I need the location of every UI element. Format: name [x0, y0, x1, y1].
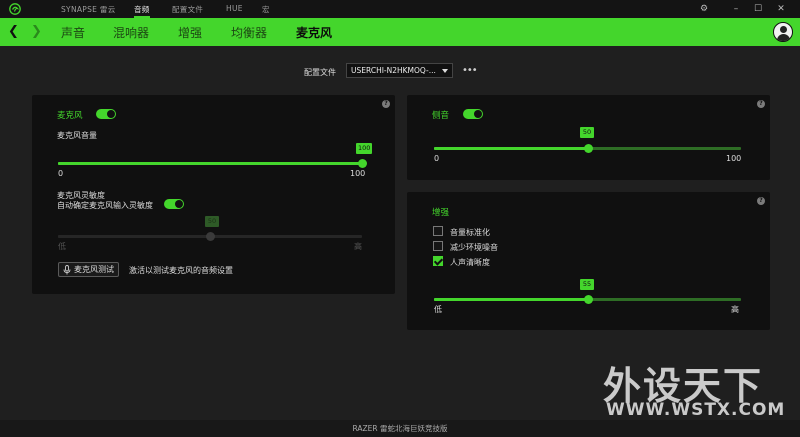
chevron-down-icon: [442, 69, 448, 73]
nav-tab-equalizer[interactable]: 均衡器: [231, 24, 267, 41]
sidetone-title: 侧音: [432, 111, 450, 121]
help-icon[interactable]: ?: [757, 100, 765, 108]
mic-sensitivity-value-badge: 50: [205, 216, 219, 227]
enhance-max: 高: [731, 305, 739, 314]
microphone-icon: [63, 265, 71, 275]
microphone-title: 麦克风: [57, 111, 83, 121]
nav-tab-sound[interactable]: 声音: [61, 24, 85, 41]
more-options-icon[interactable]: •••: [462, 65, 478, 76]
device-footer: RAZER 雷蛇北海巨妖竞技版: [0, 420, 800, 437]
top-tab-hue[interactable]: HUE: [226, 4, 243, 13]
enhance-slider[interactable]: [434, 295, 741, 304]
help-icon[interactable]: ?: [382, 100, 390, 108]
sidetone-slider-thumb[interactable]: [583, 144, 593, 153]
mic-volume-min: 0: [58, 169, 64, 178]
mic-volume-label: 麦克风音量: [57, 131, 97, 140]
profile-dropdown-value: USERCHI-N2HKMOQ-...: [351, 66, 436, 75]
help-icon[interactable]: ?: [757, 197, 765, 205]
mic-volume-value-badge: 100: [356, 143, 373, 154]
nav-tab-microphone[interactable]: 麦克风: [296, 24, 332, 41]
top-tab-macro[interactable]: 宏: [262, 4, 270, 15]
sidetone-min: 0: [434, 154, 440, 163]
sidetone-value-badge: 50: [580, 127, 594, 138]
mic-volume-slider[interactable]: [58, 159, 367, 168]
mic-sensitivity-min: 低: [58, 242, 66, 251]
sidetone-panel: ? 侧音 50 0 100: [407, 95, 770, 180]
forward-arrow-icon[interactable]: ❯: [31, 24, 42, 40]
mic-test-hint: 激活以测试麦克风的音频设置: [129, 266, 233, 275]
mic-volume-slider-thumb[interactable]: [358, 159, 367, 168]
top-tab-synapse[interactable]: SYNAPSE 雷云: [61, 4, 116, 15]
sidetone-slider[interactable]: [434, 144, 741, 153]
watermark-url: WWW.WSTX.COM: [606, 400, 786, 420]
volume-normalization-checkbox[interactable]: [433, 226, 443, 236]
sidetone-max: 100: [726, 154, 742, 163]
maximize-icon[interactable]: ☐: [752, 3, 764, 15]
microphone-panel: ? 麦克风 麦克风音量 100 0 100 麦克风灵敏度 自动确定麦克风输入灵敏…: [32, 95, 395, 294]
minimize-icon[interactable]: –: [730, 3, 742, 15]
profile-dropdown[interactable]: USERCHI-N2HKMOQ-...: [346, 63, 453, 78]
mic-sensitivity-slider: [58, 232, 362, 241]
top-tab-profiles[interactable]: 配置文件: [172, 4, 203, 15]
mic-sensitivity-slider-thumb: [206, 232, 215, 241]
vocal-clarity-label: 人声清晰度: [450, 258, 490, 267]
nav-bar: ❮ ❯ 声音 混响器 增强 均衡器 麦克风: [0, 18, 800, 46]
mic-sensitivity-max: 高: [354, 242, 362, 251]
close-icon[interactable]: ✕: [775, 3, 787, 15]
settings-gear-icon[interactable]: ⚙: [698, 3, 710, 15]
user-avatar-icon[interactable]: [773, 22, 793, 42]
profile-label: 配置文件: [304, 68, 336, 77]
mic-test-button[interactable]: 麦克风测试: [58, 262, 119, 277]
back-arrow-icon[interactable]: ❮: [8, 24, 19, 40]
enhance-slider-thumb[interactable]: [583, 295, 593, 304]
volume-normalization-label: 音量标准化: [450, 228, 490, 237]
ambient-noise-reduction-checkbox[interactable]: [433, 241, 443, 251]
top-tab-audio[interactable]: 音频: [134, 4, 150, 18]
auto-sensitivity-toggle[interactable]: [164, 199, 184, 209]
nav-tab-mixer[interactable]: 混响器: [113, 24, 149, 41]
device-name: RAZER 雷蛇北海巨妖竞技版: [352, 424, 448, 433]
title-bar: SYNAPSE 雷云 音频 配置文件 HUE 宏 ⚙ – ☐ ✕: [0, 0, 800, 18]
mic-volume-max: 100: [350, 169, 366, 178]
razer-logo-icon: [9, 3, 21, 15]
auto-sensitivity-label: 自动确定麦克风输入灵敏度: [57, 201, 153, 210]
enhance-panel: ? 增强 音量标准化 减少环境噪音 人声清晰度 55 低 高: [407, 192, 770, 330]
microphone-toggle[interactable]: [96, 109, 116, 119]
enhance-min: 低: [434, 305, 442, 314]
mic-test-button-label: 麦克风测试: [74, 265, 114, 274]
enhance-value-badge: 55: [580, 279, 594, 290]
ambient-noise-reduction-label: 减少环境噪音: [450, 243, 498, 252]
nav-tab-enhance[interactable]: 增强: [178, 24, 202, 41]
enhance-title: 增强: [432, 208, 450, 218]
sidetone-toggle[interactable]: [463, 109, 483, 119]
vocal-clarity-checkbox[interactable]: [433, 256, 443, 266]
